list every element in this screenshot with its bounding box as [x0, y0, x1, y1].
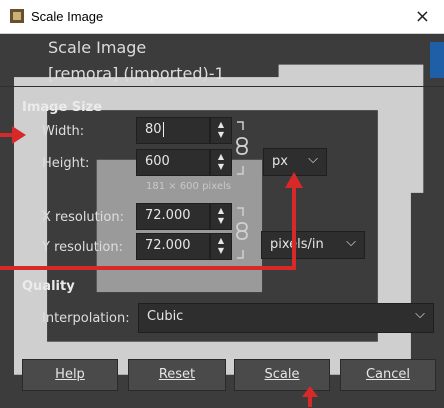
- chevron-down-icon: ⌵: [415, 307, 425, 322]
- chevron-down-icon: ⌵: [308, 152, 318, 167]
- width-input[interactable]: 80: [136, 117, 210, 144]
- size-unit-select[interactable]: px ⌵: [263, 148, 327, 176]
- y-resolution-label: Y resolution:: [42, 240, 123, 255]
- chevron-down-icon: ⌵: [346, 235, 356, 250]
- increment-icon[interactable]: ▲: [211, 206, 231, 216]
- quality-section-title: Quality: [22, 279, 75, 294]
- height-stepper[interactable]: ▲ ▼: [210, 149, 232, 176]
- width-value: 80: [145, 122, 162, 137]
- resolution-unit-select[interactable]: pixels/in ⌵: [261, 231, 365, 259]
- chain-link-icon[interactable]: [233, 120, 253, 176]
- resolution-chain-link-icon[interactable]: [233, 206, 253, 260]
- y-resolution-stepper[interactable]: ▲ ▼: [210, 233, 232, 260]
- increment-icon[interactable]: ▲: [211, 120, 231, 130]
- scale-button[interactable]: Scale: [234, 359, 330, 391]
- reset-button-label: Reset: [158, 367, 196, 382]
- image-size-section-title: Image Size: [22, 100, 103, 115]
- resolution-unit-value: pixels/in: [270, 237, 324, 252]
- size-unit-value: px: [272, 154, 288, 169]
- image-name: [remora] (imported)-1: [48, 64, 225, 83]
- interpolation-value: Cubic: [147, 309, 184, 324]
- decrement-icon[interactable]: ▼: [211, 216, 231, 226]
- increment-icon[interactable]: ▲: [211, 236, 231, 246]
- x-resolution-label: X resolution:: [42, 210, 124, 225]
- close-icon[interactable]: ×: [415, 6, 430, 27]
- x-resolution-value: 72.000: [145, 208, 191, 223]
- height-label: Height:: [42, 156, 90, 171]
- width-stepper[interactable]: ▲ ▼: [210, 117, 232, 144]
- interpolation-select[interactable]: Cubic ⌵: [138, 303, 434, 333]
- image-preview-thumbnail: [430, 42, 444, 78]
- increment-icon[interactable]: ▲: [211, 152, 231, 162]
- width-label: Width:: [42, 124, 85, 139]
- dialog-title: Scale Image: [48, 38, 147, 57]
- window-titlebar: Scale Image ×: [0, 0, 444, 34]
- y-resolution-input[interactable]: 72.000: [136, 233, 210, 260]
- reset-button[interactable]: Reset: [128, 359, 226, 391]
- decrement-icon[interactable]: ▼: [211, 130, 231, 140]
- height-input[interactable]: 600: [136, 149, 210, 176]
- scale-button-label: Scale: [264, 367, 300, 382]
- decrement-icon[interactable]: ▼: [211, 246, 231, 256]
- interpolation-label: Interpolation:: [42, 311, 130, 326]
- pixel-size-note: 181 × 600 pixels: [146, 181, 231, 192]
- cancel-button-label: Cancel: [365, 367, 411, 382]
- help-button-label: Help: [55, 367, 85, 382]
- gimp-app-icon: [10, 9, 24, 23]
- height-value: 600: [145, 154, 170, 169]
- y-resolution-value: 72.000: [145, 238, 191, 253]
- help-button[interactable]: Help: [22, 359, 118, 391]
- window-title: Scale Image: [31, 9, 104, 24]
- x-resolution-stepper[interactable]: ▲ ▼: [210, 203, 232, 230]
- x-resolution-input[interactable]: 72.000: [136, 203, 210, 230]
- cancel-button[interactable]: Cancel: [340, 359, 436, 391]
- decrement-icon[interactable]: ▼: [211, 162, 231, 172]
- header-divider: [0, 86, 444, 87]
